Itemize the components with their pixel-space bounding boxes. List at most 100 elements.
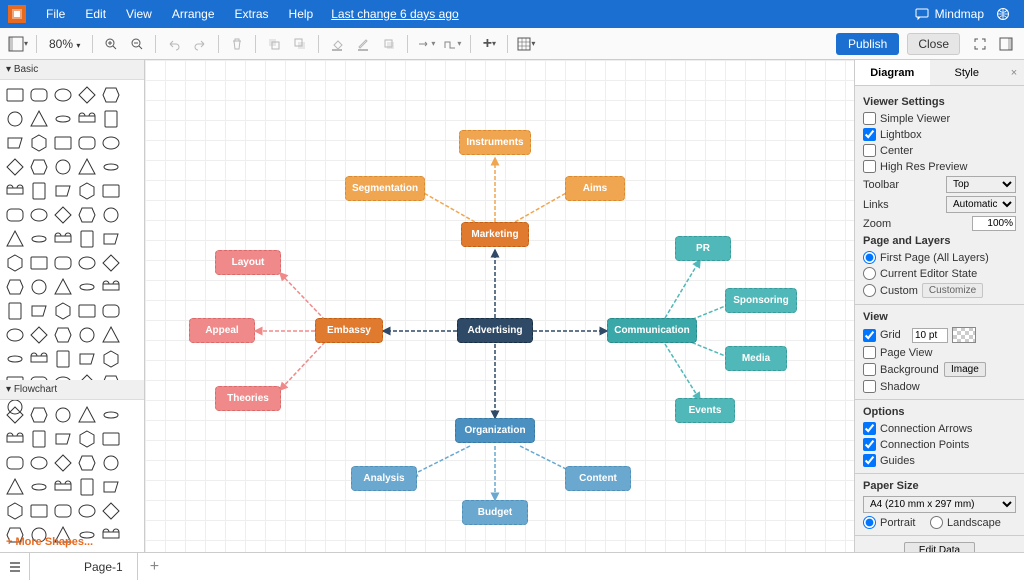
links-select[interactable]: Automatic (946, 196, 1016, 213)
grid-color-swatch[interactable] (952, 327, 976, 343)
shape-basic-41[interactable] (28, 276, 50, 298)
shape-basic-19[interactable] (100, 156, 122, 178)
delete-button[interactable] (225, 32, 249, 56)
first-page-radio[interactable] (863, 251, 876, 264)
shape-flowchart-0[interactable] (4, 404, 26, 426)
shape-basic-11[interactable] (28, 132, 50, 154)
menu-help[interactable]: Help (279, 7, 324, 21)
customize-button[interactable]: Customize (922, 283, 983, 298)
shape-basic-56[interactable] (28, 348, 50, 370)
shape-flowchart-10[interactable] (4, 452, 26, 474)
shape-basic-3[interactable] (76, 84, 98, 106)
node-advertising[interactable]: Advertising (457, 318, 533, 343)
shape-basic-47[interactable] (52, 300, 74, 322)
canvas[interactable]: Advertising Marketing Instruments Segmen… (145, 60, 854, 552)
undo-button[interactable] (162, 32, 186, 56)
landscape-radio[interactable] (930, 516, 943, 529)
shape-flowchart-7[interactable] (52, 428, 74, 450)
shape-flowchart-5[interactable] (4, 428, 26, 450)
shape-basic-18[interactable] (76, 156, 98, 178)
palette-basic-title[interactable]: ▾ Basic (0, 60, 144, 80)
node-organization[interactable]: Organization (455, 418, 535, 443)
pageview-checkbox[interactable] (863, 346, 876, 359)
shape-basic-24[interactable] (100, 180, 122, 202)
simple-viewer-checkbox[interactable] (863, 112, 876, 125)
shape-basic-33[interactable] (76, 228, 98, 250)
tab-style[interactable]: Style (930, 60, 1005, 85)
shape-flowchart-18[interactable] (76, 476, 98, 498)
tab-diagram[interactable]: Diagram (855, 60, 930, 85)
shape-basic-12[interactable] (52, 132, 74, 154)
shape-basic-6[interactable] (28, 108, 50, 130)
menu-extras[interactable]: Extras (225, 7, 279, 21)
node-events[interactable]: Events (675, 398, 735, 423)
shape-basic-39[interactable] (100, 252, 122, 274)
zoom-in-button[interactable] (99, 32, 123, 56)
redo-button[interactable] (188, 32, 212, 56)
shape-basic-57[interactable] (52, 348, 74, 370)
node-appeal[interactable]: Appeal (189, 318, 255, 343)
node-instruments[interactable]: Instruments (459, 130, 531, 155)
toolbar-select[interactable]: Top (946, 176, 1016, 193)
shape-basic-16[interactable] (28, 156, 50, 178)
node-content[interactable]: Content (565, 466, 631, 491)
shape-flowchart-3[interactable] (76, 404, 98, 426)
grid-checkbox[interactable] (863, 329, 876, 342)
more-shapes-button[interactable]: + More Shapes... (0, 530, 144, 552)
shape-flowchart-17[interactable] (52, 476, 74, 498)
shape-basic-22[interactable] (52, 180, 74, 202)
highres-checkbox[interactable] (863, 160, 876, 173)
guides-checkbox[interactable] (863, 454, 876, 467)
shape-basic-53[interactable] (76, 324, 98, 346)
shape-basic-50[interactable] (4, 324, 26, 346)
shape-basic-44[interactable] (100, 276, 122, 298)
line-color-button[interactable] (351, 32, 375, 56)
shadow-checkbox[interactable] (863, 380, 876, 393)
shape-basic-32[interactable] (52, 228, 74, 250)
shadow-button[interactable] (377, 32, 401, 56)
shape-basic-1[interactable] (28, 84, 50, 106)
shape-flowchart-19[interactable] (100, 476, 122, 498)
view-mode-button[interactable]: ▾ (6, 32, 30, 56)
shape-basic-43[interactable] (76, 276, 98, 298)
edit-data-button[interactable]: Edit Data (904, 542, 975, 552)
shape-flowchart-8[interactable] (76, 428, 98, 450)
node-media[interactable]: Media (725, 346, 787, 371)
outline-toggle-button[interactable] (0, 553, 30, 580)
paper-size-select[interactable]: A4 (210 mm x 297 mm) (863, 496, 1016, 513)
shape-basic-31[interactable] (28, 228, 50, 250)
node-analysis[interactable]: Analysis (351, 466, 417, 491)
shape-flowchart-2[interactable] (52, 404, 74, 426)
shape-basic-20[interactable] (4, 180, 26, 202)
shape-basic-46[interactable] (28, 300, 50, 322)
shape-basic-10[interactable] (4, 132, 26, 154)
zoom-input[interactable] (972, 216, 1016, 231)
shape-basic-52[interactable] (52, 324, 74, 346)
shape-basic-59[interactable] (100, 348, 122, 370)
shape-basic-45[interactable] (4, 300, 26, 322)
shape-flowchart-22[interactable] (52, 500, 74, 522)
node-marketing[interactable]: Marketing (461, 222, 529, 247)
shape-basic-48[interactable] (76, 300, 98, 322)
shape-basic-23[interactable] (76, 180, 98, 202)
to-back-button[interactable] (288, 32, 312, 56)
custom-radio[interactable] (863, 284, 876, 297)
shape-flowchart-1[interactable] (28, 404, 50, 426)
shape-flowchart-23[interactable] (76, 500, 98, 522)
center-checkbox[interactable] (863, 144, 876, 157)
connection-button[interactable]: ▾ (414, 32, 438, 56)
background-checkbox[interactable] (863, 363, 876, 376)
zoom-selector[interactable]: 80% ▾ (43, 37, 86, 51)
node-communication[interactable]: Communication (607, 318, 697, 343)
table-button[interactable]: ▾ (514, 32, 538, 56)
node-pr[interactable]: PR (675, 236, 731, 261)
node-segmentation[interactable]: Segmentation (345, 176, 425, 201)
node-budget[interactable]: Budget (462, 500, 528, 525)
shape-flowchart-16[interactable] (28, 476, 50, 498)
globe-button[interactable] (990, 7, 1016, 21)
fullscreen-button[interactable] (968, 32, 992, 56)
current-editor-radio[interactable] (863, 267, 876, 280)
format-panel-button[interactable] (994, 32, 1018, 56)
shape-basic-21[interactable] (28, 180, 50, 202)
shape-basic-26[interactable] (28, 204, 50, 226)
